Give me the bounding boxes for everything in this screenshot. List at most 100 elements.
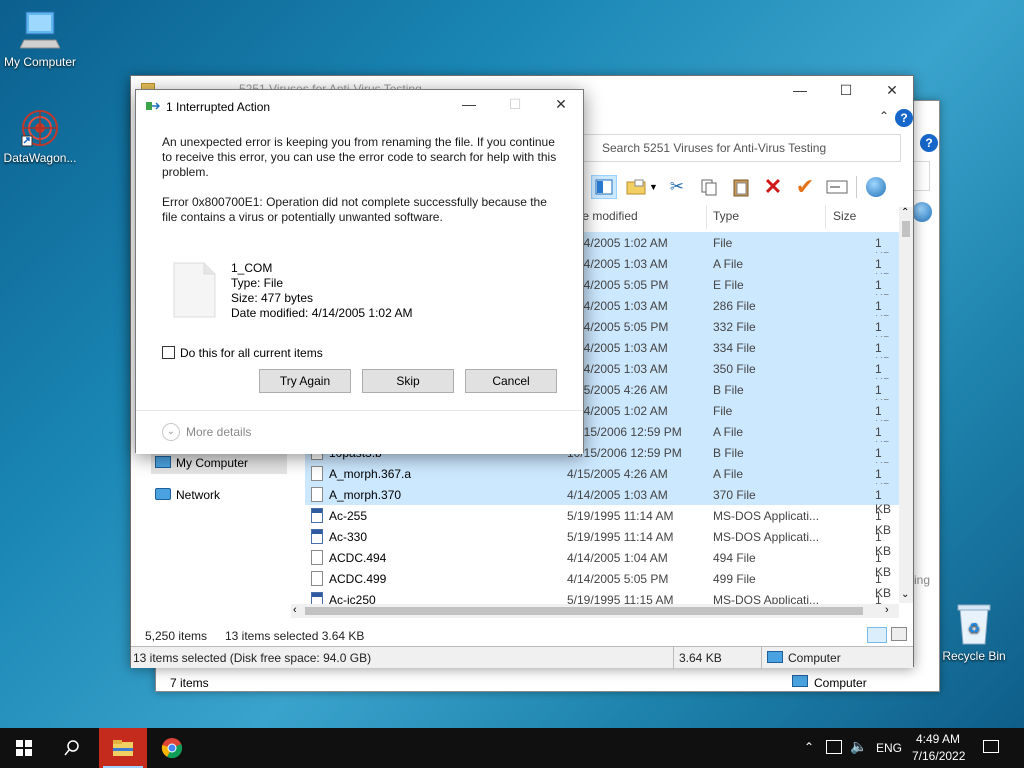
clock-time[interactable]: 4:49 AM [916,732,960,746]
desktop-icon-label: Recycle Bin [942,649,1006,663]
help-icon[interactable]: ? [895,109,913,127]
paste-icon[interactable] [728,175,754,199]
table-row[interactable]: A_morph.367.a4/15/2005 4:26 AMA File1 KB [305,463,899,495]
date-cell: 10/15/2006 12:59 PM [567,446,682,460]
chevron-up-icon[interactable]: ⌃ [804,740,814,754]
skip-button[interactable]: Skip [362,369,454,393]
maximize-button[interactable]: ☐ [823,76,869,104]
clock-date[interactable]: 7/16/2022 [912,749,965,763]
horizontal-scrollbar[interactable]: ‹ › [291,604,899,618]
table-row[interactable]: Ac-255 5/19/1995 11:14 AM MS-DOS Applicati… [305,505,899,537]
table-row[interactable]: ACDC.499 4/14/2005 5:05 PM 499 File 1 KB [305,568,899,600]
nav-item-network[interactable]: Network [151,484,287,506]
interrupted-action-dialog[interactable]: 1 Interrupted Action — ☐ ✕ An unexpected… [135,89,584,454]
date-cell: 4/14/2005 1:03 AM [567,488,668,502]
help-icon[interactable]: ? [920,134,938,152]
file-icon [173,262,216,318]
nav-label: My Computer [176,456,249,470]
type-cell: 370 File [713,488,756,502]
copy-icon[interactable] [696,175,722,199]
type-cell: A File [713,257,744,271]
close-button[interactable]: ✕ [538,90,584,118]
back-window-partial-text: ing [914,573,931,587]
cut-icon[interactable]: ✂ [664,175,690,199]
file-name-cell: A_morph.367.a [329,467,412,481]
network-status-icon[interactable] [826,740,842,754]
nav-item-my-computer[interactable]: My Computer [151,452,287,474]
table-row[interactable]: ACDC.494 4/14/2005 1:04 AM 494 File 1 KB [305,547,899,579]
chevron-left-icon[interactable]: ‹ [293,604,297,616]
try-again-button[interactable]: Try Again [259,369,351,393]
search-input[interactable]: Search 5251 Viruses for Anti-Virus Testi… [583,134,901,162]
delete-icon[interactable]: ✕ [760,174,786,199]
recycle-bin-icon: ♻ [954,602,994,646]
notifications-icon[interactable] [983,740,999,753]
chevron-right-icon[interactable]: › [885,604,889,616]
language-indicator[interactable]: ENG [876,741,902,755]
type-cell: 350 File [713,362,756,376]
date-cell: 5/19/1995 11:14 AM [567,530,674,544]
status-selection: 13 items selected 3.64 KB [225,629,365,643]
chevron-up-icon[interactable]: ⌃ [879,109,889,123]
computer-icon [19,10,61,52]
globe-icon[interactable] [863,175,889,199]
minimize-button[interactable]: — [777,76,823,104]
desktop-icon-recycle-bin[interactable]: ♻ Recycle Bin [934,602,1014,663]
computer-icon [155,456,171,468]
new-folder-icon[interactable] [623,175,649,199]
type-cell: E File [713,278,744,292]
chrome-taskbar-button[interactable] [148,728,196,768]
dialog-title: 1 Interrupted Action [166,100,271,114]
scroll-thumb[interactable] [902,221,910,237]
globe-icon [912,202,932,222]
close-button[interactable]: ✕ [869,76,915,104]
file-size: Size: 477 bytes [231,291,314,305]
minimize-button[interactable]: — [446,90,492,118]
apply-all-label[interactable]: Do this for all current items [180,346,323,360]
file-icon [311,466,323,481]
chevron-down-icon[interactable]: ▼ [649,182,658,192]
column-header-size[interactable]: Size [833,205,856,229]
scroll-thumb[interactable] [305,607,863,615]
large-icons-view-icon[interactable] [891,627,907,641]
vertical-scrollbar[interactable]: ⌃ ⌄ [899,207,913,603]
column-header-date[interactable]: te modified [579,205,638,229]
desktop-icon-my-computer[interactable]: My Computer [0,10,80,69]
file-explorer-taskbar-button[interactable] [99,728,147,768]
file-name: 1_COM [231,261,273,275]
error-message: Error 0x800700E1: Operation did not comp… [162,195,547,224]
svg-text:♻: ♻ [968,621,981,637]
date-cell: 4/14/2005 1:04 AM [567,551,668,565]
status-item-count: 7 items [170,676,209,690]
file-name-cell: ACDC.499 [329,572,387,586]
more-details-link[interactable]: More details [186,425,251,439]
file-name-cell: ACDC.494 [329,551,387,565]
type-cell: B File [713,446,744,460]
dialog-footer: ⌄ More details [136,410,583,454]
expand-details-icon[interactable]: ⌄ [162,423,180,441]
rename-action-icon [146,101,161,113]
chevron-up-icon[interactable]: ⌃ [901,207,909,218]
details-view-icon[interactable] [867,627,887,643]
column-header-type[interactable]: Type [713,205,739,229]
rename-icon[interactable] [824,175,850,199]
type-cell: 334 File [713,341,756,355]
speaker-icon[interactable]: 🔈 [850,738,867,755]
desktop-icon-label: DataWagon... [3,151,77,165]
date-cell: 4/15/2005 4:26 AM [567,467,668,481]
chevron-down-icon[interactable]: ⌄ [901,589,909,600]
start-button[interactable] [0,728,48,768]
windows-icon [16,740,32,756]
status-size: 3.64 KB [679,651,722,665]
type-cell: 286 File [713,299,756,313]
table-row[interactable]: A_morph.370 4/14/2005 1:03 AM 370 File 1 KB [305,484,899,516]
search-icon [64,740,79,756]
apply-all-checkbox[interactable] [162,346,175,359]
desktop-icon-datawagon[interactable]: DataWagon... [0,108,80,165]
search-button[interactable] [48,728,96,768]
file-icon [311,487,323,502]
checkmark-icon[interactable]: ✔ [792,174,818,199]
preview-pane-icon[interactable] [591,175,617,199]
table-row[interactable]: Ac-330 5/19/1995 11:14 AM MS-DOS Applicati… [305,526,899,558]
cancel-button[interactable]: Cancel [465,369,557,393]
